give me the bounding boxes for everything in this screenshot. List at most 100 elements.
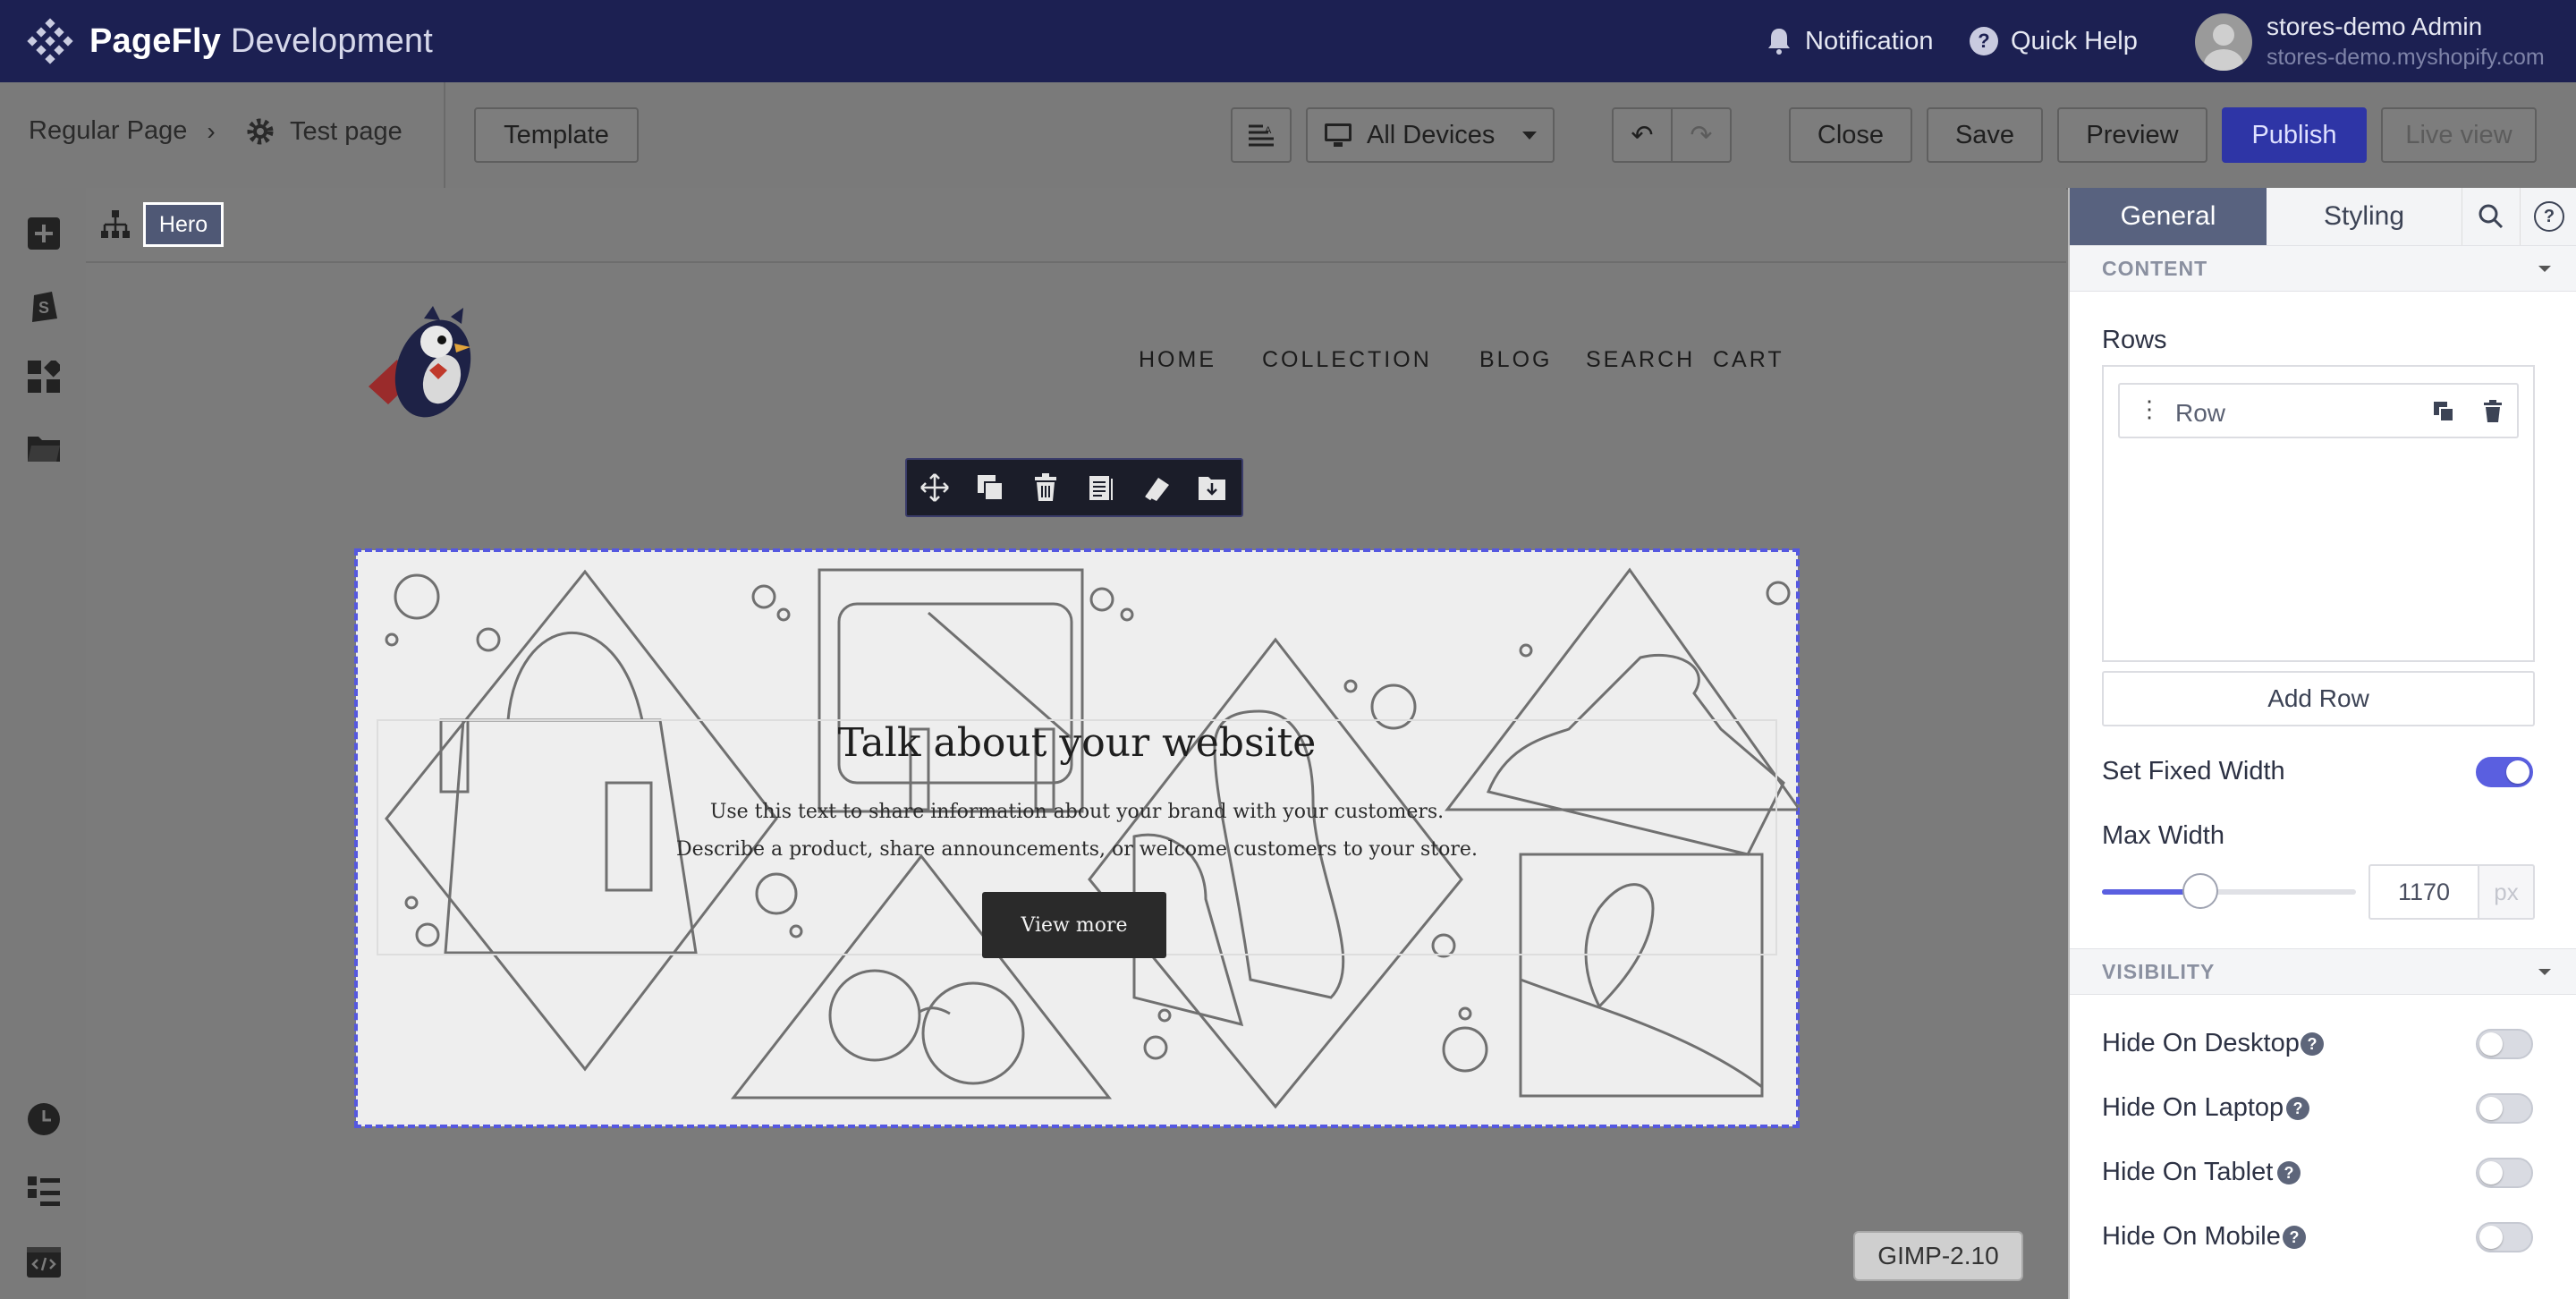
user-menu[interactable]: stores-demo Admin stores-demo.myshopify.… — [2195, 13, 2545, 71]
search-icon[interactable] — [2462, 188, 2521, 245]
hero-title[interactable]: Talk about your website — [356, 720, 1798, 766]
download-folder-icon — [1199, 477, 1225, 500]
slider-thumb[interactable] — [2182, 873, 2218, 909]
max-width-slider[interactable] — [2102, 873, 2356, 909]
hero-subtitle-line-1[interactable]: Use this text to share information about… — [356, 801, 1798, 823]
undo-icon: ↶ — [1631, 120, 1654, 150]
chevron-right-icon: › — [207, 116, 216, 145]
monitor-icon — [1325, 123, 1352, 147]
move-icon — [920, 473, 949, 502]
row-item[interactable]: ⋮ Row — [2118, 383, 2519, 438]
shopify-icon[interactable]: S — [25, 286, 63, 324]
add-row-button[interactable]: Add Row — [2102, 671, 2535, 726]
duplicate-row-icon[interactable] — [2433, 401, 2454, 422]
template-button[interactable]: Template — [474, 107, 639, 163]
preview-nav-collection: COLLECTION — [1262, 347, 1432, 372]
duplicate-element-button[interactable] — [962, 460, 1018, 515]
hide-mobile-toggle[interactable] — [2476, 1222, 2533, 1252]
panel-tabs: General Styling ? — [2070, 188, 2576, 246]
hero-view-more-button[interactable]: View more — [982, 892, 1166, 958]
caret-down-icon — [2538, 968, 2551, 975]
fixed-width-toggle[interactable] — [2476, 757, 2533, 787]
brand[interactable]: PageFly Development — [27, 18, 433, 64]
live-view-button[interactable]: Live view — [2381, 107, 2537, 163]
preview-nav-search: SEARCH — [1586, 347, 1696, 372]
left-sidebar: S — [0, 188, 88, 1299]
store-logo — [369, 306, 471, 418]
help-icon[interactable]: ? — [2521, 188, 2576, 245]
code-icon[interactable] — [25, 1244, 63, 1281]
help-tooltip-icon[interactable]: ? — [2286, 1097, 2309, 1120]
quick-help-label: Quick Help — [2011, 26, 2138, 55]
history-icon[interactable] — [25, 1100, 63, 1138]
save-button[interactable]: Save — [1927, 107, 2043, 163]
eraser-icon — [1145, 478, 1169, 501]
move-element-button[interactable] — [907, 460, 962, 515]
visibility-section-header[interactable]: VISIBILITY — [2070, 948, 2576, 995]
undo-button[interactable]: ↶ — [1612, 107, 1673, 163]
settings-panel: General Styling ? CONTENT Rows ⋮ Row Add… — [2068, 188, 2576, 1299]
element-breadcrumb-bar — [86, 188, 2066, 263]
trash-icon — [1035, 473, 1056, 501]
preview-nav-home: HOME — [1139, 347, 1216, 372]
hide-laptop-toggle[interactable] — [2476, 1093, 2533, 1124]
close-button[interactable]: Close — [1789, 107, 1912, 163]
user-name: stores-demo Admin — [2267, 13, 2483, 40]
duplicate-icon — [978, 475, 1004, 501]
hero-subtitle-line-2[interactable]: Describe a product, share announcements,… — [356, 838, 1798, 861]
text-format-button[interactable]: A — [1231, 107, 1292, 163]
redo-icon: ↷ — [1690, 120, 1713, 150]
max-width-input[interactable]: 1170 — [2368, 864, 2479, 920]
max-width-unit: px — [2478, 864, 2535, 920]
hide-laptop-label: Hide On Laptop — [2102, 1093, 2284, 1122]
redo-button[interactable]: ↷ — [1671, 107, 1732, 163]
tab-styling[interactable]: Styling — [2267, 188, 2462, 245]
bell-icon — [1768, 29, 1790, 55]
svg-text:S: S — [38, 299, 49, 317]
help-tooltip-icon[interactable]: ? — [2283, 1226, 2306, 1249]
content-section-header[interactable]: CONTENT — [2070, 245, 2576, 292]
sections-icon[interactable] — [25, 358, 63, 395]
hide-desktop-toggle[interactable] — [2476, 1029, 2533, 1059]
publish-button[interactable]: Publish — [2222, 107, 2367, 163]
preview-nav-blog: BLOG — [1479, 347, 1553, 372]
layer-tree-icon[interactable] — [100, 209, 131, 240]
help-circle-icon: ? — [1970, 27, 1998, 55]
hero-section[interactable]: Talk about your website Use this text to… — [354, 548, 1800, 1128]
save-element-button[interactable] — [1184, 460, 1240, 515]
avatar — [2195, 13, 2252, 71]
breadcrumb-current[interactable]: Hero — [143, 202, 224, 247]
notification-button[interactable]: Notification — [1766, 20, 1933, 63]
hide-mobile-label: Hide On Mobile — [2102, 1222, 2281, 1251]
list-icon[interactable] — [25, 1172, 63, 1210]
style-element-button[interactable] — [1129, 460, 1184, 515]
preview-button[interactable]: Preview — [2057, 107, 2207, 163]
hide-tablet-toggle[interactable] — [2476, 1158, 2533, 1188]
tab-general[interactable]: General — [2070, 188, 2267, 245]
device-select[interactable]: All Devices — [1306, 107, 1555, 163]
element-toolbar — [905, 458, 1243, 517]
brand-name: PageFly Development — [89, 21, 433, 60]
clipboard-icon — [1089, 476, 1113, 500]
delete-element-button[interactable] — [1018, 460, 1073, 515]
editor-toolbar: Regular Page › Test page Template A All … — [0, 82, 2576, 190]
help-tooltip-icon[interactable]: ? — [2277, 1161, 2301, 1184]
folder-icon[interactable] — [25, 429, 63, 467]
gear-icon — [247, 118, 274, 145]
top-bar: PageFly Development Notification ? Quick… — [0, 0, 2576, 82]
quick-help-button[interactable]: ? Quick Help — [1970, 20, 2138, 63]
help-tooltip-icon[interactable]: ? — [2301, 1032, 2324, 1056]
drag-handle-icon[interactable]: ⋮ — [2138, 397, 2161, 420]
breadcrumb-page-type[interactable]: Regular Page › — [29, 116, 216, 146]
rows-label: Rows — [2102, 326, 2167, 354]
notification-label: Notification — [1805, 26, 1934, 55]
copy-element-button[interactable] — [1073, 460, 1129, 515]
page-settings[interactable]: Test page — [245, 116, 402, 147]
rows-list: ⋮ Row — [2102, 365, 2535, 662]
hide-tablet-label: Hide On Tablet — [2102, 1158, 2274, 1186]
add-element-icon[interactable] — [25, 215, 63, 252]
max-width-label: Max Width — [2102, 821, 2224, 850]
svg-text:A: A — [1265, 125, 1272, 136]
delete-row-icon[interactable] — [2483, 400, 2503, 423]
divider — [444, 82, 445, 188]
